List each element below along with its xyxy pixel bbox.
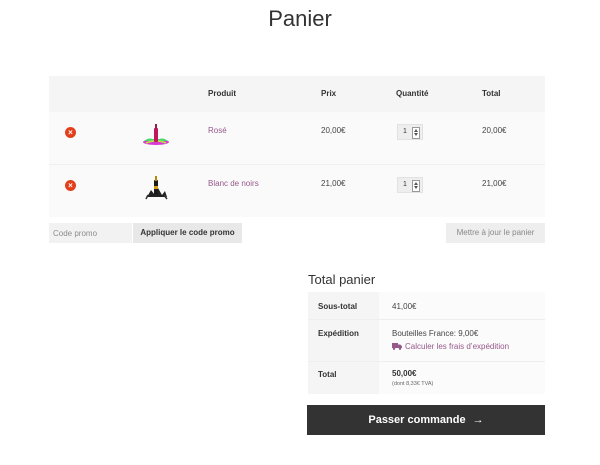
coupon-code-input[interactable] (49, 223, 132, 243)
subtotal-value: 41,00€ (392, 302, 417, 311)
product-price: 21,00€ (321, 179, 346, 188)
product-link[interactable]: Blanc de noirs (208, 179, 259, 188)
order-total-label: Total (318, 370, 337, 379)
update-cart-button[interactable]: Mettre à jour le panier (446, 223, 545, 243)
column-header-price: Prix (321, 89, 337, 98)
cart-row: × Rosé 20,00€ 1 20,00€ (49, 112, 545, 164)
product-link[interactable]: Rosé (208, 126, 227, 135)
shipping-label: Expédition (318, 329, 359, 338)
cart-totals-table: Sous-total 41,00€ Expédition Bouteilles … (308, 292, 545, 394)
checkout-button[interactable]: Passer commande → (307, 405, 545, 435)
quantity-spinner-icon[interactable] (412, 127, 420, 139)
remove-item-icon[interactable]: × (65, 127, 76, 138)
apply-coupon-button[interactable]: Appliquer le code promo (133, 223, 242, 243)
quantity-stepper[interactable]: 1 (397, 177, 423, 193)
product-subtotal: 21,00€ (482, 179, 507, 188)
rose-wine-bottle-icon[interactable] (141, 120, 171, 150)
subtotal-row: Sous-total 41,00€ (308, 292, 545, 319)
quantity-spinner-icon[interactable] (412, 180, 420, 192)
remove-item-icon[interactable]: × (65, 180, 76, 191)
product-subtotal: 20,00€ (482, 126, 507, 135)
cart-totals-title: Total panier (308, 272, 376, 287)
cart-table: Produit Prix Quantité Total × Rosé 20,00… (49, 76, 545, 217)
quantity-stepper[interactable]: 1 (397, 124, 423, 140)
order-total-row: Total 50,00€ (dont 8,33€ TVA) (308, 361, 545, 394)
blanc-de-noirs-bottle-icon[interactable] (141, 173, 171, 203)
order-total-value: 50,00€ (392, 369, 417, 378)
shipping-calculator-label: Calculer les frais d’expédition (405, 342, 510, 351)
column-header-total: Total (482, 89, 501, 98)
shipping-row: Expédition Bouteilles France: 9,00€ Calc… (308, 319, 545, 361)
quantity-value: 1 (403, 181, 407, 188)
truck-icon (392, 343, 402, 350)
cart-row: × Blanc de noirs 21,00€ 1 21,00€ (49, 164, 545, 217)
subtotal-label: Sous-total (318, 302, 358, 311)
column-header-quantity: Quantité (396, 89, 429, 98)
column-header-product: Produit (208, 89, 236, 98)
page-title: Panier (268, 6, 332, 31)
arrow-right-icon: → (472, 414, 484, 426)
product-price: 20,00€ (321, 126, 346, 135)
quantity-value: 1 (403, 128, 407, 135)
shipping-calculator-link[interactable]: Calculer les frais d’expédition (392, 342, 509, 351)
checkout-button-label: Passer commande (368, 414, 466, 426)
shipping-method: Bouteilles France: 9,00€ (392, 329, 479, 338)
cart-table-header: Produit Prix Quantité Total (49, 76, 545, 112)
tax-note: (dont 8,33€ TVA) (392, 381, 434, 387)
